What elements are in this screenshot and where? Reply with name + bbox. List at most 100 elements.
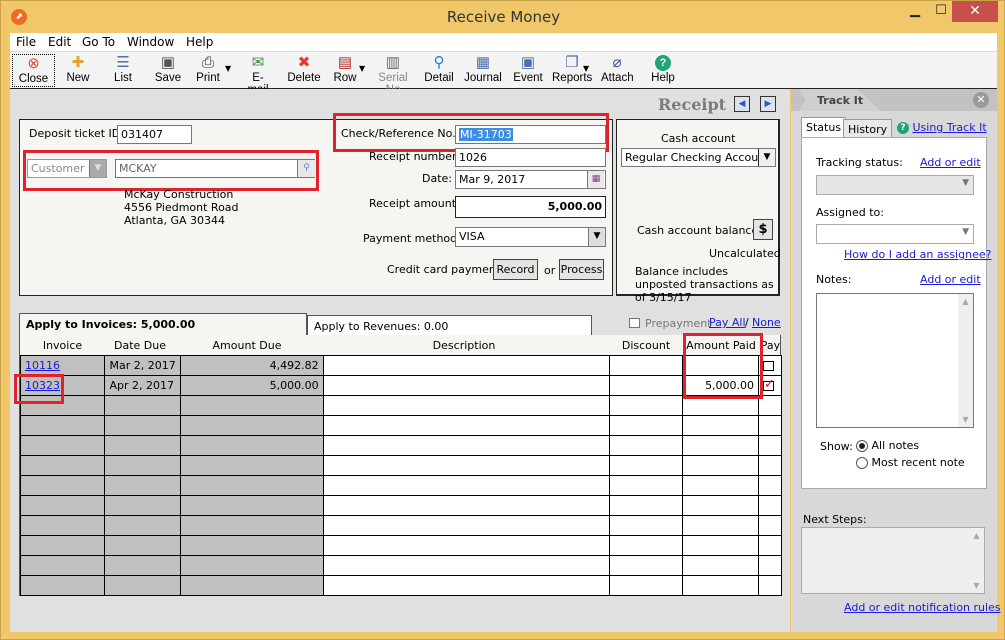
invoice-cell[interactable]: 10323 <box>19 375 106 396</box>
help-button[interactable]: ? Help <box>651 54 675 87</box>
email-button[interactable]: ✉E-mail <box>242 54 274 96</box>
pay-checkbox[interactable] <box>763 377 775 392</box>
description-cell[interactable] <box>322 535 611 556</box>
invoice-cell[interactable]: 10116 <box>19 355 106 376</box>
discount-cell[interactable] <box>609 455 684 476</box>
description-cell[interactable] <box>322 455 611 476</box>
new-button[interactable]: ✚ New <box>63 54 93 87</box>
all-notes-radio[interactable] <box>856 440 868 452</box>
how-add-assignee-link[interactable]: How do I add an assignee? <box>844 248 991 261</box>
minimize-button[interactable]: ▁ <box>901 1 929 22</box>
assigned-to-select[interactable]: ▼ <box>816 224 974 244</box>
menu-window[interactable]: Window <box>127 35 174 49</box>
amount-paid-cell[interactable] <box>682 495 760 516</box>
window-close-button[interactable]: ✕ <box>952 1 998 22</box>
discount-cell[interactable] <box>609 495 684 516</box>
discount-cell[interactable] <box>609 375 684 396</box>
pay-checkbox[interactable] <box>763 361 775 371</box>
prepayment-checkbox[interactable] <box>629 318 640 328</box>
tab-status[interactable]: Status <box>801 117 847 139</box>
pay-cell[interactable] <box>758 475 782 496</box>
menu-file[interactable]: File <box>16 35 36 49</box>
amount-paid-cell[interactable] <box>682 535 760 556</box>
description-cell[interactable] <box>322 555 611 576</box>
customer-id-input[interactable]: MCKAY <box>115 159 315 178</box>
pay-cell[interactable] <box>758 355 782 376</box>
calculate-balance-button[interactable]: $ <box>753 219 773 240</box>
table-row[interactable] <box>19 455 782 476</box>
pay-all-link[interactable]: Pay All <box>709 316 746 329</box>
deposit-ticket-input[interactable]: 031407 <box>117 125 192 144</box>
table-row[interactable] <box>19 495 782 516</box>
print-dropdown-arrow[interactable]: ▼ <box>225 64 231 73</box>
description-cell[interactable] <box>322 515 611 536</box>
save-button[interactable]: ▣ Save <box>154 54 182 87</box>
pay-cell[interactable] <box>758 495 782 516</box>
row-dropdown-arrow[interactable]: ▼ <box>359 64 365 73</box>
discount-cell[interactable] <box>609 535 684 556</box>
discount-cell[interactable] <box>609 555 684 576</box>
process-button[interactable]: Process <box>559 259 604 280</box>
table-row[interactable] <box>19 555 782 576</box>
description-cell[interactable] <box>322 395 611 416</box>
event-button[interactable]: ▣ Event <box>513 54 543 87</box>
print-button[interactable]: ⎙ Print <box>196 54 220 87</box>
discount-cell[interactable] <box>609 475 684 496</box>
amount-paid-cell[interactable] <box>682 515 760 536</box>
description-cell[interactable] <box>322 435 611 456</box>
pay-cell[interactable] <box>758 555 782 576</box>
table-row[interactable] <box>19 435 782 456</box>
using-track-it-link[interactable]: ? Using Track It <box>897 121 987 134</box>
discount-cell[interactable] <box>609 395 684 416</box>
delete-button[interactable]: ✖ Delete <box>287 54 321 87</box>
date-input[interactable]: Mar 9, 2017 <box>455 170 606 189</box>
discount-cell[interactable] <box>609 355 684 376</box>
amount-paid-cell[interactable] <box>682 475 760 496</box>
pay-cell[interactable] <box>758 515 782 536</box>
menu-goto[interactable]: Go To <box>82 35 115 49</box>
pay-cell[interactable] <box>758 435 782 456</box>
discount-cell[interactable] <box>609 435 684 456</box>
pay-cell[interactable] <box>758 575 782 596</box>
payment-method-select[interactable]: VISA ▼ <box>455 227 606 247</box>
maximize-button[interactable]: ☐ <box>927 1 955 22</box>
amount-paid-cell[interactable] <box>682 575 760 596</box>
list-button[interactable]: ☰ List <box>111 54 135 87</box>
description-cell[interactable] <box>322 575 611 596</box>
receipt-number-input[interactable]: 1026 <box>455 148 606 167</box>
cash-account-select[interactable]: Regular Checking Account ▼ <box>621 148 776 167</box>
tab-apply-to-revenues[interactable]: Apply to Revenues: 0.00 <box>307 315 592 335</box>
pay-cell[interactable] <box>758 375 782 396</box>
description-cell[interactable] <box>322 375 611 396</box>
amount-paid-cell[interactable] <box>682 415 760 436</box>
notes-textarea[interactable]: ▲ ▼ <box>816 293 974 428</box>
track-it-close-button[interactable]: ✕ <box>973 92 989 108</box>
discount-cell[interactable] <box>609 575 684 596</box>
pay-cell[interactable] <box>758 455 782 476</box>
table-row[interactable] <box>19 475 782 496</box>
amount-paid-cell[interactable] <box>682 455 760 476</box>
row-button[interactable]: ▤ Row <box>332 54 358 87</box>
pay-cell[interactable] <box>758 415 782 436</box>
tracking-status-select[interactable]: ▼ <box>816 175 974 195</box>
tab-apply-to-invoices[interactable]: Apply to Invoices: 5,000.00 <box>19 313 307 335</box>
reports-dropdown-arrow[interactable]: ▼ <box>583 64 589 73</box>
table-row[interactable] <box>19 575 782 596</box>
customer-lookup-button[interactable]: ⚲ <box>297 160 315 177</box>
discount-cell[interactable] <box>609 415 684 436</box>
detail-button[interactable]: ⚲ Detail <box>424 54 454 87</box>
menu-help[interactable]: Help <box>186 35 213 49</box>
receipt-amount-input[interactable]: 5,000.00 <box>455 196 606 218</box>
previous-receipt-button[interactable]: ◀ <box>734 96 750 112</box>
table-row[interactable] <box>19 415 782 436</box>
close-button[interactable]: ⊗ Close <box>12 54 55 87</box>
pay-none-link[interactable]: None <box>752 316 781 329</box>
amount-paid-cell[interactable] <box>682 355 760 376</box>
table-row[interactable] <box>19 515 782 536</box>
show-recent-note-option[interactable]: Most recent note <box>856 456 965 469</box>
amount-paid-cell[interactable] <box>682 395 760 416</box>
description-cell[interactable] <box>322 495 611 516</box>
invoice-link[interactable]: 10323 <box>25 379 60 392</box>
pay-cell[interactable] <box>758 535 782 556</box>
next-receipt-button[interactable]: ▶ <box>760 96 776 112</box>
